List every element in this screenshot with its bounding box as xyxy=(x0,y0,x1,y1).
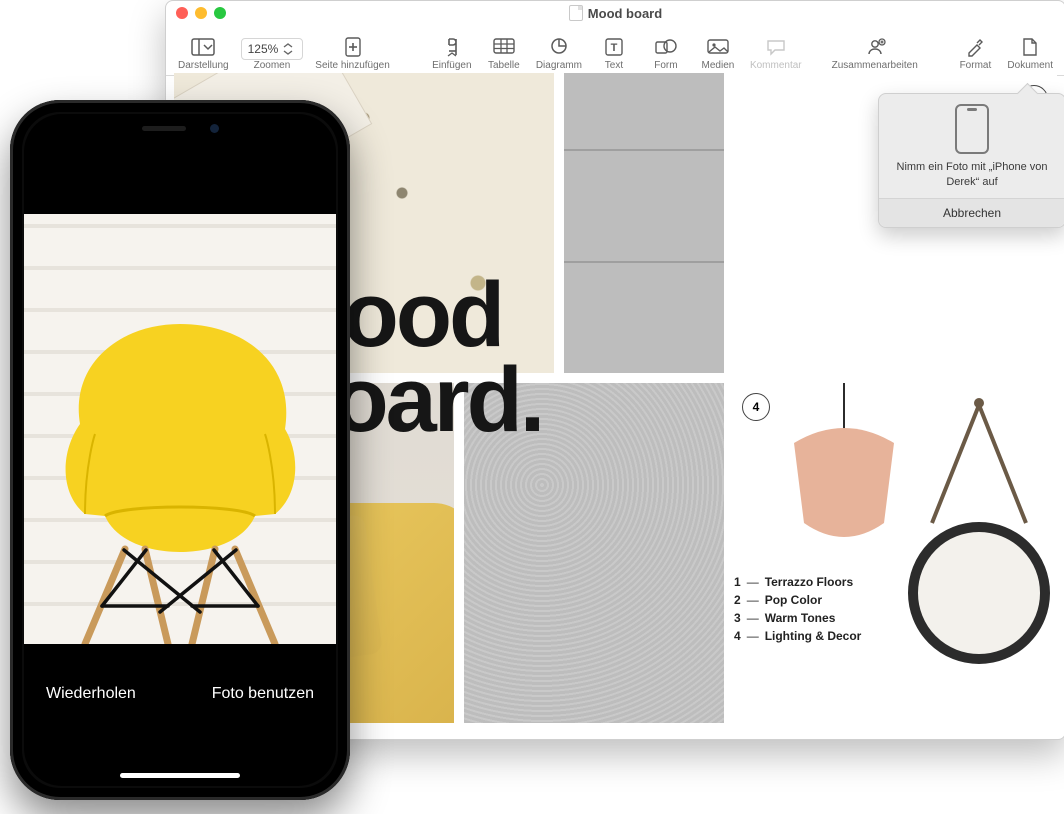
popover-message: Nimm ein Foto mit „iPhone von Derek“ auf xyxy=(887,160,1057,190)
use-photo-button[interactable]: Foto benutzen xyxy=(212,685,314,703)
legend-row: 3—Warm Tones xyxy=(734,609,861,627)
toolbar-zoom[interactable]: 125% Zoomen xyxy=(235,38,310,71)
iphone-notch xyxy=(100,114,260,142)
toolbar: Darstellung 125% Zoomen Seite hinzufügen… xyxy=(166,25,1064,76)
toolbar-format-label: Format xyxy=(960,60,992,71)
moodboard-image-mirror[interactable] xyxy=(904,383,1051,723)
comment-icon xyxy=(762,36,790,58)
window-title: Mood board xyxy=(166,5,1064,21)
toolbar-collaborate-button[interactable]: Zusammenarbeiten xyxy=(826,36,924,71)
legend-row: 1—Terrazzo Floors xyxy=(734,573,861,591)
toolbar-shape-button[interactable]: Form xyxy=(640,36,692,71)
annotation-circle-4: 4 xyxy=(742,393,770,421)
toolbar-media-button[interactable]: Medien xyxy=(692,36,744,71)
toolbar-insert-label: Einfügen xyxy=(432,60,471,71)
add-page-icon xyxy=(339,36,367,58)
continuity-camera-popover: Nimm ein Foto mit „iPhone von Derek“ auf… xyxy=(878,93,1064,228)
media-icon xyxy=(704,36,732,58)
toolbar-document-label: Dokument xyxy=(1007,60,1053,71)
view-icon xyxy=(189,36,217,58)
toolbar-view-button[interactable]: Darstellung xyxy=(172,36,235,71)
mirror-illustration xyxy=(904,393,1051,713)
window-title-text: Mood board xyxy=(588,6,662,21)
chevron-updown-icon xyxy=(280,43,296,55)
toolbar-format-button[interactable]: Format xyxy=(949,36,1001,71)
toolbar-add-page-button[interactable]: Seite hinzufügen xyxy=(309,36,396,71)
iphone-screen: Wiederholen Foto benutzen xyxy=(24,114,336,786)
toolbar-comment-label: Kommentar xyxy=(750,60,802,71)
toolbar-table-button[interactable]: Tabelle xyxy=(478,36,530,71)
toolbar-shape-label: Form xyxy=(654,60,677,71)
toolbar-insert-button[interactable]: Einfügen xyxy=(426,36,478,71)
toolbar-text-label: Text xyxy=(605,60,623,71)
camera-bottom-bar: Wiederholen Foto benutzen xyxy=(24,624,336,786)
camera-photo-preview[interactable] xyxy=(24,214,336,644)
iphone-device: Wiederholen Foto benutzen xyxy=(10,100,350,800)
toolbar-collaborate-label: Zusammenarbeiten xyxy=(832,60,918,71)
retake-button[interactable]: Wiederholen xyxy=(46,685,136,703)
moodboard-image-concrete[interactable] xyxy=(564,73,724,373)
table-icon xyxy=(490,36,518,58)
toolbar-text-button[interactable]: T Text xyxy=(588,36,640,71)
popover-cancel-button[interactable]: Abbrechen xyxy=(879,198,1064,227)
toolbar-zoom-label: Zoomen xyxy=(254,60,291,71)
document-icon xyxy=(569,5,583,21)
collaborate-icon xyxy=(861,36,889,58)
toolbar-add-page-label: Seite hinzufügen xyxy=(315,60,390,71)
moodboard-legend: 1—Terrazzo Floors 2—Pop Color 3—Warm Ton… xyxy=(734,573,861,645)
toolbar-chart-button[interactable]: Diagramm xyxy=(530,36,588,71)
chart-icon xyxy=(545,36,573,58)
speaker-icon xyxy=(142,126,186,131)
toolbar-comment-button: Kommentar xyxy=(744,36,808,71)
zoom-control[interactable]: 125% xyxy=(241,38,304,60)
photo-subject-chair xyxy=(50,304,310,644)
legend-row: 4—Lighting & Decor xyxy=(734,627,861,645)
toolbar-chart-label: Diagramm xyxy=(536,60,582,71)
home-indicator[interactable] xyxy=(120,773,240,778)
text-icon: T xyxy=(600,36,628,58)
shape-icon xyxy=(652,36,680,58)
svg-text:T: T xyxy=(611,42,618,54)
toolbar-table-label: Tabelle xyxy=(488,60,520,71)
legend-row: 2—Pop Color xyxy=(734,591,861,609)
iphone-outline-icon xyxy=(955,104,989,154)
toolbar-view-label: Darstellung xyxy=(178,60,229,71)
toolbar-media-label: Medien xyxy=(702,60,735,71)
document-settings-icon xyxy=(1016,36,1044,58)
toolbar-document-button[interactable]: Dokument xyxy=(1001,36,1059,71)
format-icon xyxy=(961,36,989,58)
zoom-value: 125% xyxy=(248,42,279,56)
window-titlebar[interactable]: Mood board xyxy=(166,1,1064,25)
insert-icon xyxy=(438,36,466,58)
front-camera-icon xyxy=(210,124,219,133)
